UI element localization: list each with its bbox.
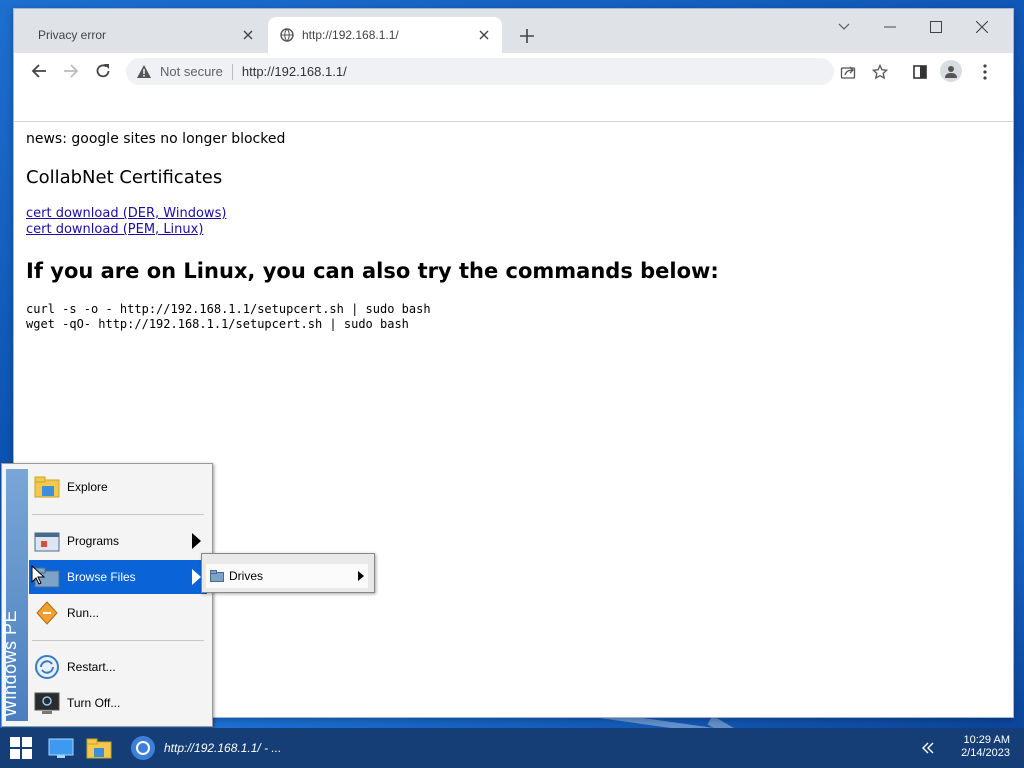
banner-text: Windows PE [0, 609, 20, 717]
globe-icon [280, 28, 294, 42]
linux-heading: If you are on Linux, you can also try th… [26, 259, 719, 283]
folder-explore-icon [34, 476, 60, 498]
menu-item-label: Programs [67, 534, 120, 548]
start-menu-banner: Windows PE [0, 469, 28, 721]
news-text: news: google sites no longer blocked [26, 131, 286, 147]
back-icon[interactable] [26, 59, 52, 83]
menu-item-restart[interactable]: Restart... [29, 650, 207, 684]
clock-time: 10:29 AM [963, 734, 1010, 746]
menu-item-browse-files[interactable]: Browse Files [29, 560, 207, 594]
tab-strip: Privacy error http://192.168.1.1/ [14, 9, 1013, 53]
tab-privacy-error[interactable]: Privacy error [24, 17, 266, 53]
cert-download-pem-link[interactable]: cert download (PEM, Linux) [26, 222, 203, 237]
cert-download-der-link[interactable]: cert download (DER, Windows) [26, 206, 226, 221]
tab-active-page[interactable]: http://192.168.1.1/ [268, 17, 502, 53]
menu-item-label: Restart... [67, 660, 116, 674]
programs-icon [34, 532, 60, 552]
submenu-arrow-icon [358, 571, 364, 581]
taskbar-browser-task[interactable]: http://192.168.1.1/ - ... [126, 730, 286, 766]
menu-item-run[interactable]: Run... [29, 596, 207, 630]
tab-title: Privacy error [38, 28, 107, 42]
clock-date: 2/14/2023 [961, 747, 1010, 759]
submenu-item-label: Drives [229, 569, 264, 583]
close-icon[interactable] [968, 17, 996, 37]
drive-folder-icon [210, 570, 224, 582]
start-button[interactable] [0, 728, 42, 768]
security-label[interactable]: Not secure [160, 64, 223, 79]
new-tab-icon[interactable] [516, 25, 538, 47]
side-panel-icon[interactable] [911, 63, 929, 81]
menu-kebab-icon[interactable] [976, 63, 994, 81]
mouse-cursor-icon [31, 565, 45, 585]
run-icon [36, 601, 58, 625]
toolbar-divider [14, 121, 1013, 122]
submenu-arrow-icon [192, 569, 201, 585]
share-icon[interactable] [839, 63, 857, 81]
forward-icon[interactable] [58, 59, 84, 83]
tab-title: http://192.168.1.1/ [302, 28, 399, 42]
page-heading: CollabNet Certificates [26, 167, 223, 188]
menu-separator [32, 514, 204, 515]
start-menu: Windows PE Explore Programs Browse Files… [0, 463, 213, 727]
minimize-icon[interactable] [876, 17, 904, 37]
submenu-item-drives[interactable]: Drives [206, 564, 368, 588]
url-text[interactable]: http://192.168.1.1/ [242, 64, 347, 79]
tab-close-icon[interactable] [476, 27, 492, 43]
bookmark-star-icon[interactable] [871, 63, 889, 81]
taskbar-task-label: http://192.168.1.1/ - ... [164, 741, 282, 755]
menu-item-explore[interactable]: Explore [29, 470, 207, 504]
system-clock[interactable]: 10:29 AM 2/14/2023 [961, 734, 1010, 760]
warning-icon[interactable] [136, 64, 152, 80]
profile-icon[interactable] [940, 60, 962, 82]
desktop-icon [48, 738, 74, 758]
curl-command: curl -s -o - http://192.168.1.1/setupcer… [26, 302, 431, 316]
browser-toolbar: Not secure http://192.168.1.1/ [14, 53, 1013, 89]
windows-logo-icon [10, 737, 32, 759]
taskbar-explorer-button[interactable] [82, 728, 116, 768]
tab-search-icon[interactable] [830, 17, 858, 37]
taskbar-desktop-button[interactable] [44, 728, 78, 768]
taskbar: http://192.168.1.1/ - ... 10:29 AM 2/14/… [0, 728, 1024, 768]
browse-files-submenu: Drives [201, 553, 375, 593]
menu-item-label: Browse Files [67, 570, 136, 584]
browser-icon [131, 736, 155, 760]
menu-separator [32, 640, 204, 641]
address-bar[interactable]: Not secure http://192.168.1.1/ [126, 58, 834, 85]
menu-item-label: Run... [67, 606, 100, 620]
menu-item-label: Explore [67, 480, 108, 494]
wget-command: wget -qO- http://192.168.1.1/setupcert.s… [26, 317, 409, 331]
submenu-arrow-icon [192, 533, 201, 549]
menu-item-label: Turn Off... [67, 696, 121, 710]
file-explorer-icon [86, 738, 112, 759]
turn-off-icon [34, 692, 60, 714]
address-separator [231, 63, 233, 80]
tray-expand-button[interactable] [916, 728, 940, 768]
tab-close-icon[interactable] [240, 27, 256, 43]
maximize-icon[interactable] [922, 17, 950, 37]
restart-icon [35, 655, 59, 679]
menu-item-turn-off[interactable]: Turn Off... [29, 686, 207, 720]
double-chevron-left-icon [922, 742, 934, 754]
menu-item-programs[interactable]: Programs [29, 524, 207, 558]
reload-icon[interactable] [90, 59, 116, 83]
